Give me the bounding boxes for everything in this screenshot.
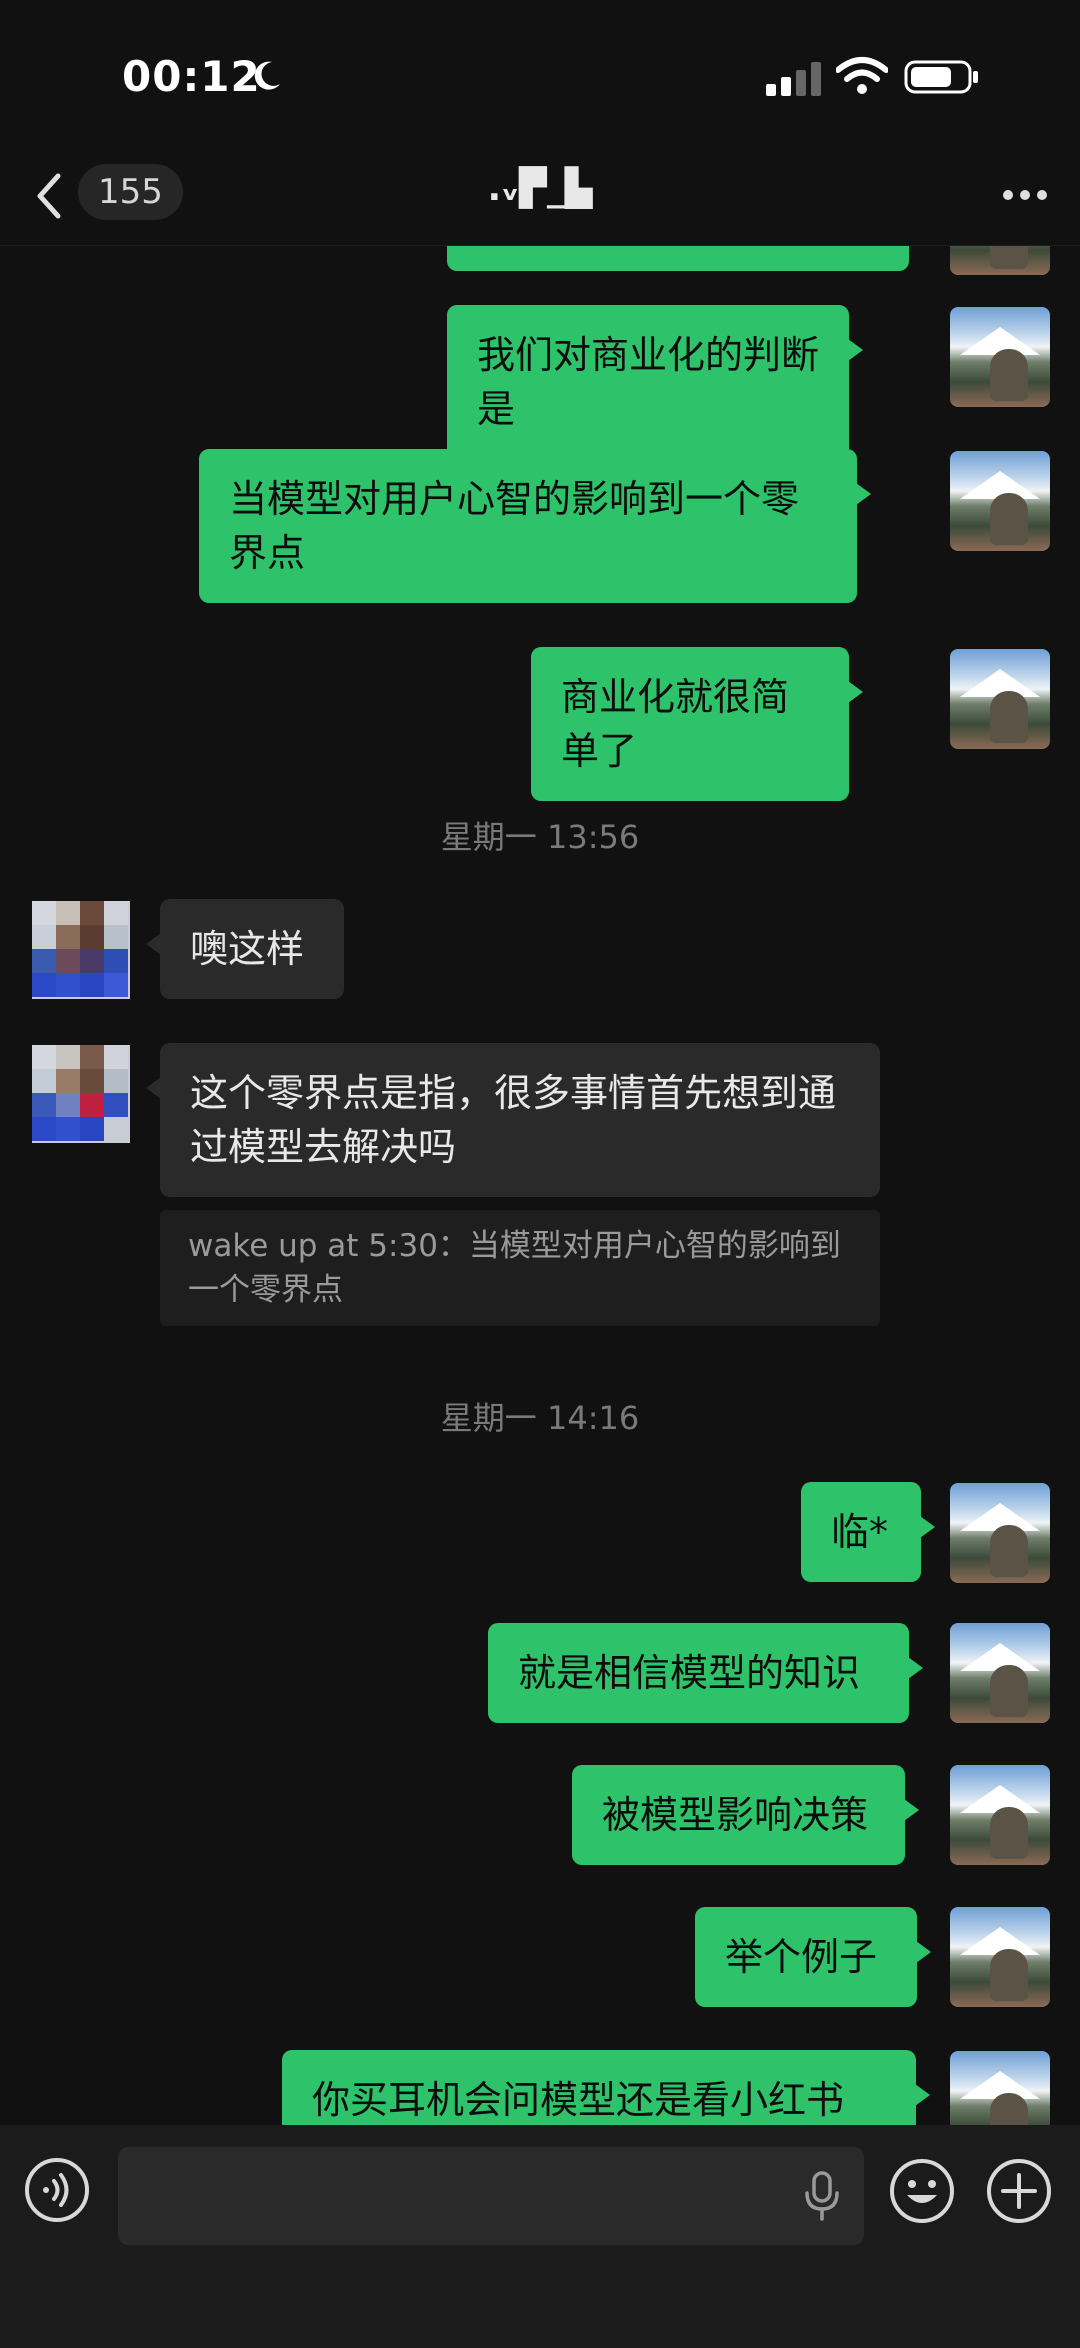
message-bubble-outgoing[interactable]: 你买耳机会问模型还是看小红书 — [282, 2050, 930, 2125]
more-icon[interactable] — [1000, 180, 1050, 210]
message-bubble-incoming[interactable]: 噢这样 — [146, 899, 344, 999]
my-avatar[interactable] — [950, 1765, 1050, 1865]
quoted-reply[interactable]: wake up at 5:30：当模型对用户心智的影响到一个零界点 — [160, 1210, 880, 1326]
my-avatar[interactable] — [950, 1623, 1050, 1723]
contact-avatar[interactable] — [32, 901, 130, 999]
message-bubble-outgoing[interactable]: 就是相信模型的知识 — [488, 1623, 923, 1723]
moon-icon — [254, 61, 280, 90]
message-list[interactable]: 我们对商业化的判断是 当模型对用户心智的影响到一个零界点 商业化就很简单了 星期… — [0, 245, 1080, 2125]
my-avatar[interactable] — [950, 1483, 1050, 1583]
chat-header: 155 .ᵥ▛_▙ — [0, 150, 1080, 246]
status-bar: 00:12 — [0, 0, 1080, 150]
emoji-icon[interactable] — [888, 2157, 956, 2225]
message-bubble-outgoing[interactable]: 临* — [801, 1482, 935, 1582]
battery-icon — [904, 60, 978, 94]
my-avatar[interactable] — [950, 245, 1050, 275]
timestamp: 星期一 13:56 — [440, 818, 640, 856]
mic-icon[interactable] — [802, 2171, 842, 2221]
plus-icon[interactable] — [985, 2157, 1053, 2225]
message-bubble-outgoing[interactable]: 被模型影响决策 — [572, 1765, 919, 1865]
my-avatar[interactable] — [950, 649, 1050, 749]
contact-avatar[interactable] — [32, 1045, 130, 1143]
voice-icon[interactable] — [24, 2157, 90, 2223]
message-bubble-outgoing[interactable]: 我们对商业化的判断是 — [447, 305, 863, 459]
message-bubble-outgoing[interactable] — [447, 245, 909, 271]
message-bubble-outgoing[interactable]: 举个例子 — [695, 1907, 931, 2007]
message-input[interactable] — [118, 2147, 864, 2245]
message-bubble-incoming[interactable]: 这个零界点是指，很多事情首先想到通过模型去解决吗 — [146, 1043, 880, 1197]
chat-title[interactable]: .ᵥ▛_▙ — [0, 168, 1080, 209]
my-avatar[interactable] — [950, 307, 1050, 407]
status-time: 00:12 — [122, 52, 261, 101]
input-bar — [0, 2125, 1080, 2348]
wifi-icon — [836, 57, 888, 94]
message-bubble-outgoing[interactable]: 商业化就很简单了 — [531, 647, 863, 801]
message-bubble-outgoing[interactable]: 当模型对用户心智的影响到一个零界点 — [199, 449, 871, 603]
my-avatar[interactable] — [950, 2051, 1050, 2125]
signal-icon — [766, 62, 821, 96]
my-avatar[interactable] — [950, 1907, 1050, 2007]
timestamp: 星期一 14:16 — [440, 1399, 640, 1437]
my-avatar[interactable] — [950, 451, 1050, 551]
